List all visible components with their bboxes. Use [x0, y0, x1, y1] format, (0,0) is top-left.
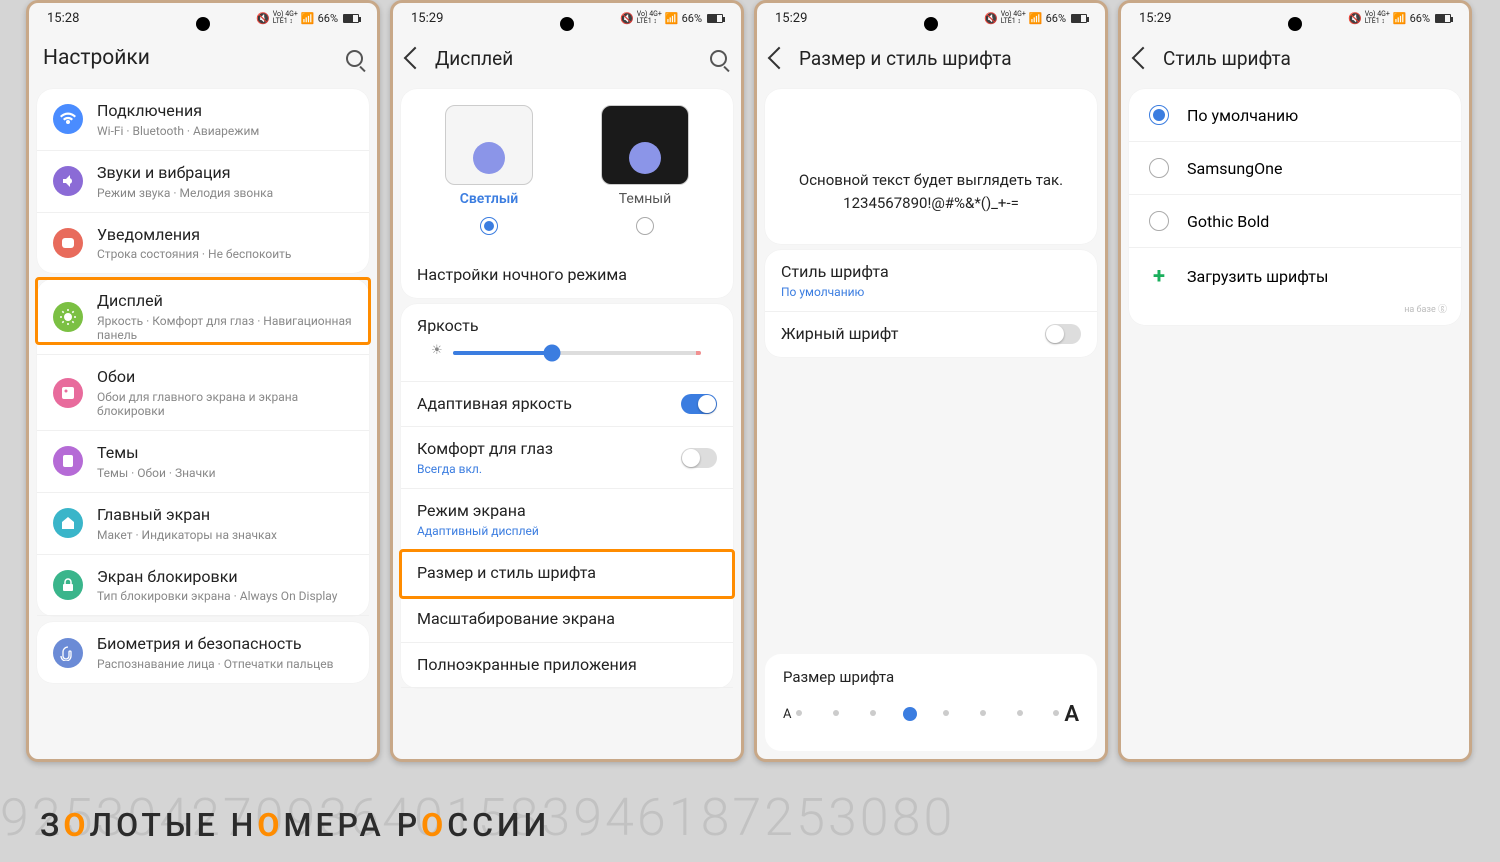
display-row[interactable]: Масштабирование экрана: [401, 597, 733, 643]
page-title: Размер и стиль шрифта: [799, 47, 1091, 70]
status-bar: 15:29 🔇 Vo) 4G+ LTE1 ↕ 📶 66%: [757, 3, 1105, 33]
settings-row[interactable]: Главный экранМакет · Индикаторы на значк…: [37, 493, 369, 555]
status-icons: 🔇 Vo) 4G+ LTE1 ↕ 📶 66%: [984, 11, 1087, 25]
header: Настройки: [29, 33, 377, 83]
settings-row[interactable]: Экран блокировкиТип блокировки экрана · …: [37, 555, 369, 617]
bio-icon: [53, 638, 83, 668]
clock: 15:29: [1139, 11, 1171, 26]
back-icon[interactable]: [1132, 47, 1155, 70]
font-radio[interactable]: По умолчанию: [1129, 89, 1461, 142]
clock: 15:29: [775, 11, 807, 26]
display-icon: [53, 302, 83, 332]
big-a: A: [1064, 702, 1079, 727]
status-bar: 15:28 🔇 Vo) 4G+ LTE1 ↕ 📶 66%: [29, 3, 377, 33]
radio-icon: [1149, 105, 1169, 125]
brightness-row[interactable]: Яркость: [401, 304, 733, 382]
status-icons: 🔇 Vo) 4G+ LTE1 ↕ 📶 66%: [1348, 11, 1451, 25]
toggle[interactable]: [681, 448, 717, 468]
wifi-icon: [53, 104, 83, 134]
font-row[interactable]: Стиль шрифтаПо умолчанию: [765, 250, 1097, 312]
font-row[interactable]: Жирный шрифт: [765, 312, 1097, 357]
back-icon[interactable]: [404, 47, 427, 70]
page-title: Настройки: [43, 46, 334, 70]
plus-icon: +: [1149, 264, 1169, 289]
header: Стиль шрифта: [1121, 33, 1469, 83]
small-a: A: [783, 707, 791, 722]
settings-row[interactable]: ПодключенияWi-Fi · Bluetooth · Авиарежим: [37, 89, 369, 151]
powered-by: на базе ⓖ: [1404, 302, 1447, 315]
wall-icon: [53, 378, 83, 408]
display-row[interactable]: Комфорт для глазВсегда вкл.: [401, 427, 733, 489]
search-icon[interactable]: [710, 50, 727, 67]
theme-picker: Светлый Темный: [401, 89, 733, 253]
theme-dark[interactable]: Темный: [577, 105, 713, 245]
download-fonts[interactable]: +Загрузить шрифты: [1129, 248, 1461, 305]
header: Размер и стиль шрифта: [757, 33, 1105, 83]
status-icons: 🔇 Vo) 4G+ LTE1 ↕ 📶 66%: [256, 11, 359, 25]
radio-icon: [1149, 158, 1169, 178]
theme-light[interactable]: Светлый: [421, 105, 557, 245]
site-logo: ЗОЛОТЫЕ НОМЕРА РОССИИ: [40, 806, 550, 844]
page-title: Дисплей: [435, 47, 698, 70]
sample-text: Основной текст будет выглядеть так. 1234…: [765, 89, 1097, 244]
clock: 15:29: [411, 11, 443, 26]
settings-row[interactable]: ТемыТемы · Обои · Значки: [37, 431, 369, 493]
font-radio[interactable]: Gothic Bold: [1129, 195, 1461, 248]
settings-row[interactable]: ОбоиОбои для главного экрана и экрана бл…: [37, 355, 369, 431]
theme-icon: [53, 446, 83, 476]
clock: 15:28: [47, 11, 79, 26]
night-mode-row[interactable]: Настройки ночного режима: [401, 253, 733, 298]
display-row[interactable]: Полноэкранные приложения: [401, 643, 733, 689]
phone-font-size: 15:29 🔇 Vo) 4G+ LTE1 ↕ 📶 66% Размер и ст…: [754, 0, 1108, 762]
sound-icon: [53, 166, 83, 196]
notif-icon: [53, 228, 83, 258]
settings-row[interactable]: Биометрия и безопасностьРаспознавание ли…: [37, 622, 369, 683]
display-row[interactable]: Адаптивная яркость: [401, 382, 733, 428]
lock-icon: [53, 570, 83, 600]
font-size-slider[interactable]: Размер шрифта A A: [765, 654, 1097, 751]
phone-display: 15:29 🔇 Vo) 4G+ LTE1 ↕ 📶 66% Дисплей Све…: [390, 0, 744, 762]
page-title: Стиль шрифта: [1163, 47, 1455, 70]
settings-row[interactable]: УведомленияСтрока состояния · Не беспоко…: [37, 213, 369, 274]
toggle[interactable]: [1045, 324, 1081, 344]
header: Дисплей: [393, 33, 741, 83]
settings-row[interactable]: ДисплейЯркость · Комфорт для глаз · Нави…: [37, 279, 369, 355]
display-row[interactable]: Размер и стиль шрифта: [401, 551, 733, 597]
search-icon[interactable]: [346, 50, 363, 67]
phone-font-style: 15:29 🔇 Vo) 4G+ LTE1 ↕ 📶 66% Стиль шрифт…: [1118, 0, 1472, 762]
status-bar: 15:29 🔇 Vo) 4G+ LTE1 ↕ 📶 66%: [1121, 3, 1469, 33]
settings-row[interactable]: Звуки и вибрацияРежим звука · Мелодия зв…: [37, 151, 369, 213]
display-row[interactable]: Режим экранаАдаптивный дисплей: [401, 489, 733, 551]
home-icon: [53, 508, 83, 538]
back-icon[interactable]: [768, 47, 791, 70]
status-bar: 15:29 🔇 Vo) 4G+ LTE1 ↕ 📶 66%: [393, 3, 741, 33]
status-icons: 🔇 Vo) 4G+ LTE1 ↕ 📶 66%: [620, 11, 723, 25]
radio-icon: [1149, 211, 1169, 231]
phone-settings: 15:28 🔇 Vo) 4G+ LTE1 ↕ 📶 66% Настройки П…: [26, 0, 380, 762]
font-radio[interactable]: SamsungOne: [1129, 142, 1461, 195]
toggle[interactable]: [681, 394, 717, 414]
